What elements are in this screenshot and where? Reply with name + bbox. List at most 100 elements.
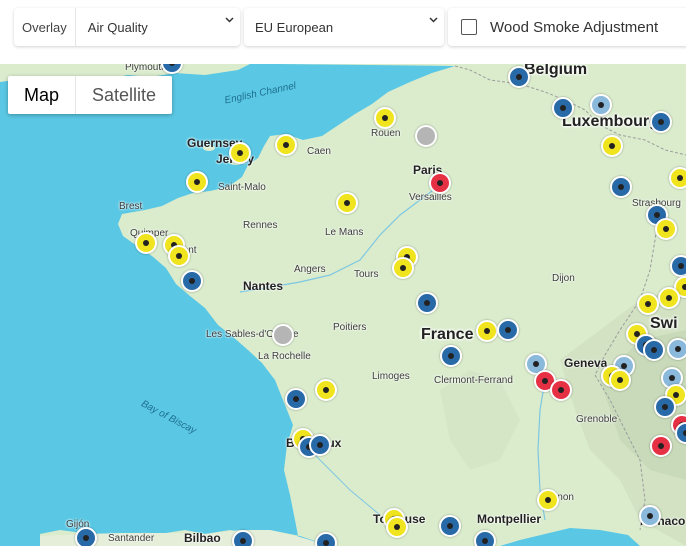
aqi-station-marker[interactable] bbox=[497, 319, 519, 341]
map-label: Rennes bbox=[243, 220, 278, 231]
aqi-station-marker[interactable] bbox=[386, 516, 408, 538]
map-type-map-button[interactable]: Map bbox=[8, 76, 75, 114]
aqi-station-marker[interactable] bbox=[275, 134, 297, 156]
marker-center-dot bbox=[658, 443, 664, 449]
marker-center-dot bbox=[598, 102, 604, 108]
marker-center-dot bbox=[673, 392, 679, 398]
map-label: Caen bbox=[307, 146, 331, 157]
aqi-station-marker[interactable] bbox=[669, 167, 686, 189]
marker-center-dot bbox=[651, 347, 657, 353]
map-label: Bilbao bbox=[184, 531, 221, 545]
aqi-station-marker[interactable] bbox=[315, 379, 337, 401]
aqi-station-marker[interactable] bbox=[429, 172, 451, 194]
aqi-station-marker[interactable] bbox=[439, 515, 461, 537]
marker-center-dot bbox=[645, 301, 651, 307]
wood-smoke-toggle[interactable]: Wood Smoke Adjustment bbox=[448, 8, 686, 46]
marker-center-dot bbox=[505, 327, 511, 333]
map-label: Brest bbox=[119, 201, 143, 212]
aqi-station-marker[interactable] bbox=[168, 245, 190, 267]
marker-center-dot bbox=[323, 540, 329, 546]
aqi-station-marker[interactable] bbox=[392, 257, 414, 279]
aqi-station-marker[interactable] bbox=[590, 94, 612, 116]
aqi-station-marker[interactable] bbox=[272, 324, 294, 346]
marker-center-dot bbox=[176, 253, 182, 259]
aqi-station-marker[interactable] bbox=[181, 270, 203, 292]
aqi-station-marker[interactable] bbox=[610, 176, 632, 198]
map-label: Geneva bbox=[564, 356, 608, 370]
aqi-standard-value: EU European bbox=[255, 19, 334, 35]
marker-center-dot bbox=[558, 387, 564, 393]
aqi-station-marker[interactable] bbox=[309, 434, 331, 456]
aqi-station-marker[interactable] bbox=[476, 320, 498, 342]
overlay-label: Overlay bbox=[14, 8, 76, 46]
marker-center-dot bbox=[654, 212, 660, 218]
marker-center-dot bbox=[484, 328, 490, 334]
aqi-station-marker[interactable] bbox=[550, 379, 572, 401]
aqi-station-marker[interactable] bbox=[415, 125, 437, 147]
marker-center-dot bbox=[437, 180, 443, 186]
marker-center-dot bbox=[669, 375, 675, 381]
aqi-station-marker[interactable] bbox=[552, 97, 574, 119]
aqi-station-marker[interactable] bbox=[655, 218, 677, 240]
map-label: Dijon bbox=[552, 273, 575, 284]
aqi-standard-select[interactable]: EU European bbox=[244, 8, 444, 46]
aqi-station-marker[interactable] bbox=[654, 396, 676, 418]
marker-center-dot bbox=[542, 378, 548, 384]
marker-center-dot bbox=[283, 142, 289, 148]
marker-center-dot bbox=[666, 295, 672, 301]
marker-center-dot bbox=[560, 105, 566, 111]
aqi-station-marker[interactable] bbox=[336, 192, 358, 214]
aqi-station-marker[interactable] bbox=[186, 171, 208, 193]
marker-center-dot bbox=[516, 74, 522, 80]
map-label: La Rochelle bbox=[258, 351, 311, 362]
marker-center-dot bbox=[621, 363, 627, 369]
aqi-station-marker[interactable] bbox=[670, 255, 686, 277]
control-bar: Overlay Air Quality EU European Wood Smo… bbox=[0, 0, 686, 64]
aqi-station-marker[interactable] bbox=[667, 338, 686, 360]
overlay-select[interactable]: Overlay Air Quality bbox=[14, 8, 240, 46]
aqi-station-marker[interactable] bbox=[416, 292, 438, 314]
aqi-station-marker[interactable] bbox=[650, 111, 672, 133]
aqi-station-marker[interactable] bbox=[440, 345, 462, 367]
aqi-station-marker[interactable] bbox=[75, 527, 97, 546]
aqi-station-marker[interactable] bbox=[601, 135, 623, 157]
aqi-station-marker[interactable] bbox=[650, 435, 672, 457]
marker-center-dot bbox=[678, 263, 684, 269]
chevron-down-icon bbox=[218, 14, 240, 26]
map-label: Swi bbox=[650, 315, 678, 332]
map-label: Poitiers bbox=[333, 322, 367, 333]
overlay-value: Air Quality bbox=[87, 19, 148, 35]
wood-smoke-checkbox[interactable] bbox=[461, 19, 477, 35]
marker-center-dot bbox=[83, 535, 89, 541]
map-type-satellite-button[interactable]: Satellite bbox=[76, 76, 172, 114]
aqi-station-marker[interactable] bbox=[474, 530, 496, 546]
aqi-station-marker[interactable] bbox=[135, 232, 157, 254]
marker-center-dot bbox=[448, 353, 454, 359]
marker-center-dot bbox=[189, 278, 195, 284]
marker-center-dot bbox=[545, 497, 551, 503]
aqi-station-marker[interactable] bbox=[537, 489, 559, 511]
map-canvas[interactable]: PlymouthEnglish ChannelGuernseyJerseyCae… bbox=[0, 64, 686, 546]
marker-center-dot bbox=[400, 265, 406, 271]
marker-center-dot bbox=[194, 179, 200, 185]
aqi-station-marker[interactable] bbox=[637, 293, 659, 315]
aqi-station-marker[interactable] bbox=[508, 66, 530, 88]
marker-center-dot bbox=[237, 150, 243, 156]
map-label: Le Mans bbox=[325, 227, 364, 238]
map-label: Clermont-Ferrand bbox=[434, 375, 513, 386]
aqi-station-marker[interactable] bbox=[374, 107, 396, 129]
marker-center-dot bbox=[143, 240, 149, 246]
marker-center-dot bbox=[447, 523, 453, 529]
aqi-station-marker[interactable] bbox=[643, 339, 665, 361]
marker-center-dot bbox=[682, 284, 686, 290]
aqi-station-marker[interactable] bbox=[639, 505, 661, 527]
aqi-station-marker[interactable] bbox=[609, 369, 631, 391]
map-label: Santander bbox=[108, 533, 155, 544]
marker-center-dot bbox=[663, 226, 669, 232]
marker-center-dot bbox=[293, 396, 299, 402]
marker-center-dot bbox=[618, 184, 624, 190]
aqi-station-marker[interactable] bbox=[658, 287, 680, 309]
aqi-station-marker[interactable] bbox=[232, 530, 254, 546]
aqi-station-marker[interactable] bbox=[285, 388, 307, 410]
aqi-station-marker[interactable] bbox=[229, 142, 251, 164]
